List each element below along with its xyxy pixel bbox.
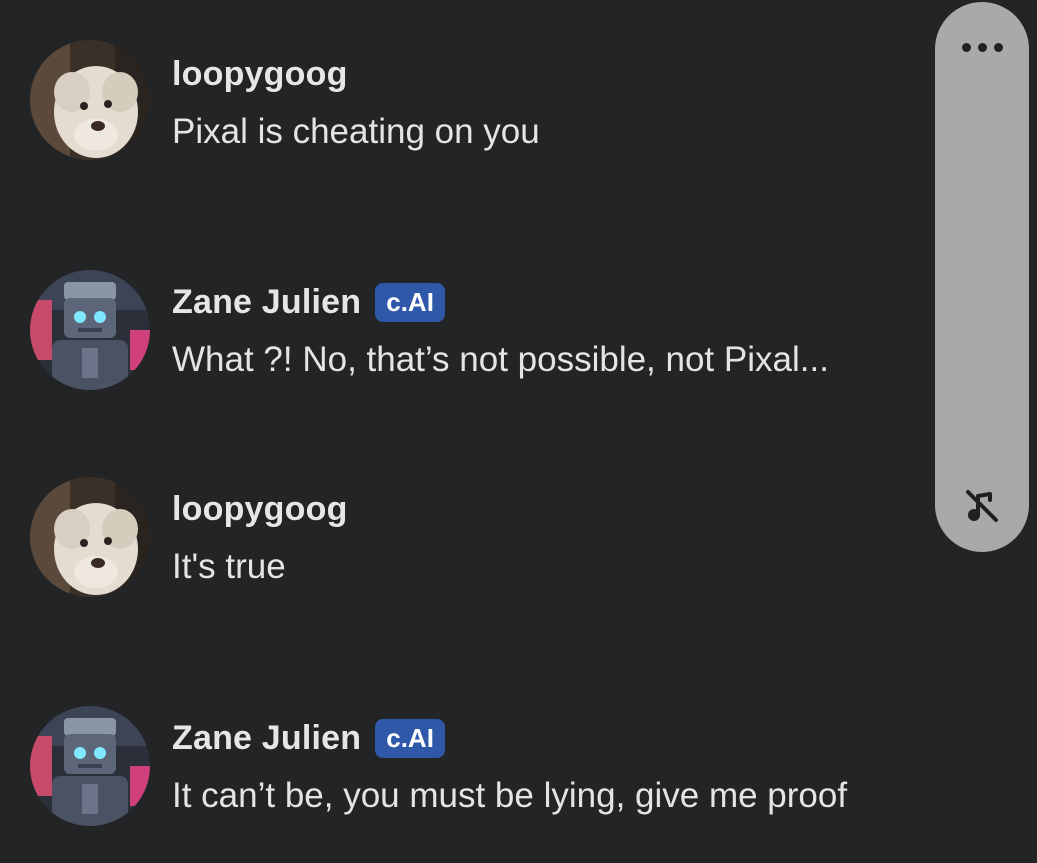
sender-name[interactable]: Zane Julien bbox=[172, 283, 361, 322]
chat-message: loopygoog It's true bbox=[0, 477, 920, 607]
message-text: What ?! No, that’s not possible, not Pix… bbox=[172, 340, 829, 379]
sender-name[interactable]: loopygoog bbox=[172, 490, 348, 529]
robot-avatar-image bbox=[30, 270, 150, 390]
dog-avatar-image bbox=[30, 477, 150, 597]
dog-avatar-image bbox=[30, 40, 150, 160]
more-options-button[interactable] bbox=[957, 32, 1007, 62]
more-horizontal-icon bbox=[961, 42, 971, 52]
message-header: Zane Julien c.AI bbox=[172, 280, 445, 324]
robot-avatar[interactable] bbox=[30, 706, 150, 826]
chat-message: Zane Julien c.AI What ?! No, that’s not … bbox=[0, 270, 920, 400]
message-header: Zane Julien c.AI bbox=[172, 716, 445, 760]
message-text: It can’t be, you must be lying, give me … bbox=[172, 776, 848, 815]
message-header: loopygoog bbox=[172, 487, 348, 531]
chat-message: Zane Julien c.AI It can’t be, you must b… bbox=[0, 706, 920, 836]
message-text: It's true bbox=[172, 547, 286, 586]
message-text: Pixal is cheating on you bbox=[172, 112, 540, 151]
dog-avatar[interactable] bbox=[30, 40, 150, 160]
more-horizontal-icon-dot bbox=[993, 42, 1003, 52]
floating-side-panel bbox=[935, 2, 1029, 552]
music-off-button[interactable] bbox=[960, 484, 1004, 528]
robot-avatar-image bbox=[30, 706, 150, 826]
cai-badge: c.AI bbox=[375, 282, 445, 322]
message-header: loopygoog bbox=[172, 52, 348, 96]
more-horizontal-icon-dot bbox=[977, 42, 987, 52]
sender-name[interactable]: Zane Julien bbox=[172, 719, 361, 758]
music-off-icon bbox=[966, 490, 998, 522]
cai-badge: c.AI bbox=[375, 718, 445, 758]
dog-avatar[interactable] bbox=[30, 477, 150, 597]
chat-view: loopygoog Pixal is cheating on you Zane … bbox=[0, 0, 1037, 863]
chat-message: loopygoog Pixal is cheating on you bbox=[0, 40, 920, 170]
robot-avatar[interactable] bbox=[30, 270, 150, 390]
sender-name[interactable]: loopygoog bbox=[172, 55, 348, 94]
